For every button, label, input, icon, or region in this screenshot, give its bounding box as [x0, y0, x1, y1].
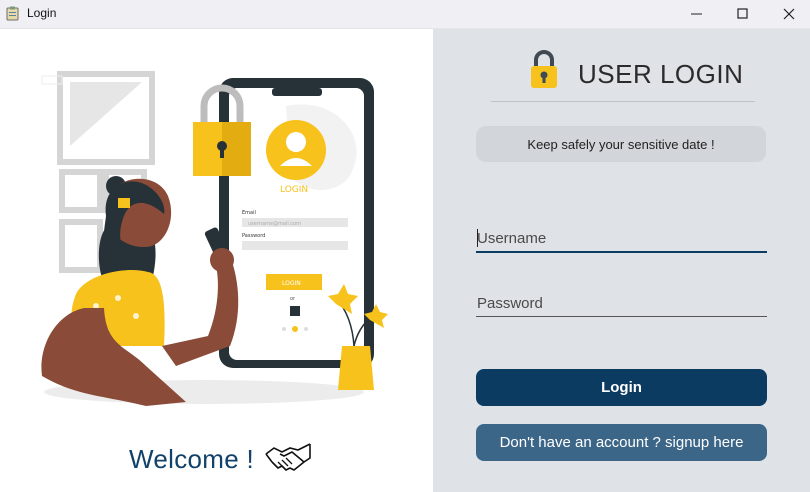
handshake-icon: [265, 443, 311, 471]
welcome-text: Welcome !: [129, 444, 255, 474]
phone-password-label: Password: [242, 233, 265, 239]
title-divider: [491, 101, 755, 102]
tagline-badge: Keep safely your sensitive date !: [476, 126, 766, 162]
login-form-panel: [433, 29, 810, 492]
maximize-button[interactable]: [720, 0, 766, 28]
close-button[interactable]: [766, 0, 810, 28]
phone-email-placeholder: username@mail.com: [248, 221, 301, 227]
phone-login-label: LOGIN: [280, 185, 308, 195]
signup-button[interactable]: Don't have an account ? signup here: [476, 424, 767, 461]
password-field[interactable]: [476, 290, 767, 317]
login-illustration: LOGIN Email username@mail.com Password L…: [41, 71, 388, 406]
phone-email-label: Email: [242, 210, 256, 216]
window-title: Login: [27, 6, 57, 20]
minimize-icon: [691, 13, 702, 15]
page-title: USER LOGIN: [578, 59, 744, 89]
lock-icon: [531, 50, 557, 88]
phone-login-button-label: LOGIN: [282, 280, 301, 287]
minimize-button[interactable]: [674, 0, 720, 28]
text-caret: [477, 229, 478, 247]
username-field[interactable]: [476, 225, 767, 253]
maximize-icon: [737, 8, 748, 19]
login-button[interactable]: Login: [476, 369, 767, 406]
close-icon: [783, 8, 795, 20]
app-icon: [6, 6, 19, 21]
title-bar: Login: [0, 0, 810, 29]
